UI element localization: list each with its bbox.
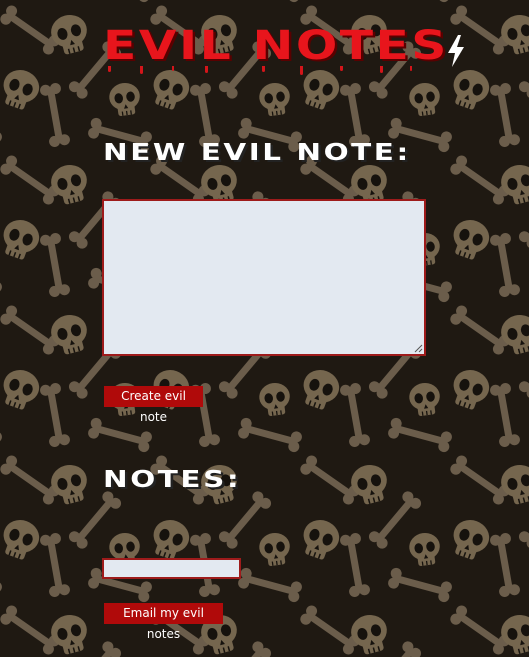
lightning-bolt-icon [448,35,464,67]
page: Evil Notes New evil note: Create evil no… [0,0,529,657]
create-evil-note-button[interactable]: Create evil note [104,386,203,424]
resize-handle-icon[interactable] [414,344,423,353]
email-input[interactable] [102,558,241,579]
email-my-evil-notes-button[interactable]: Email my evil notes [104,603,223,641]
notes-heading: Notes: [103,467,242,493]
app-title: Evil Notes [103,23,449,69]
new-note-heading: New evil note: [103,140,411,166]
new-note-textarea[interactable] [102,199,426,356]
